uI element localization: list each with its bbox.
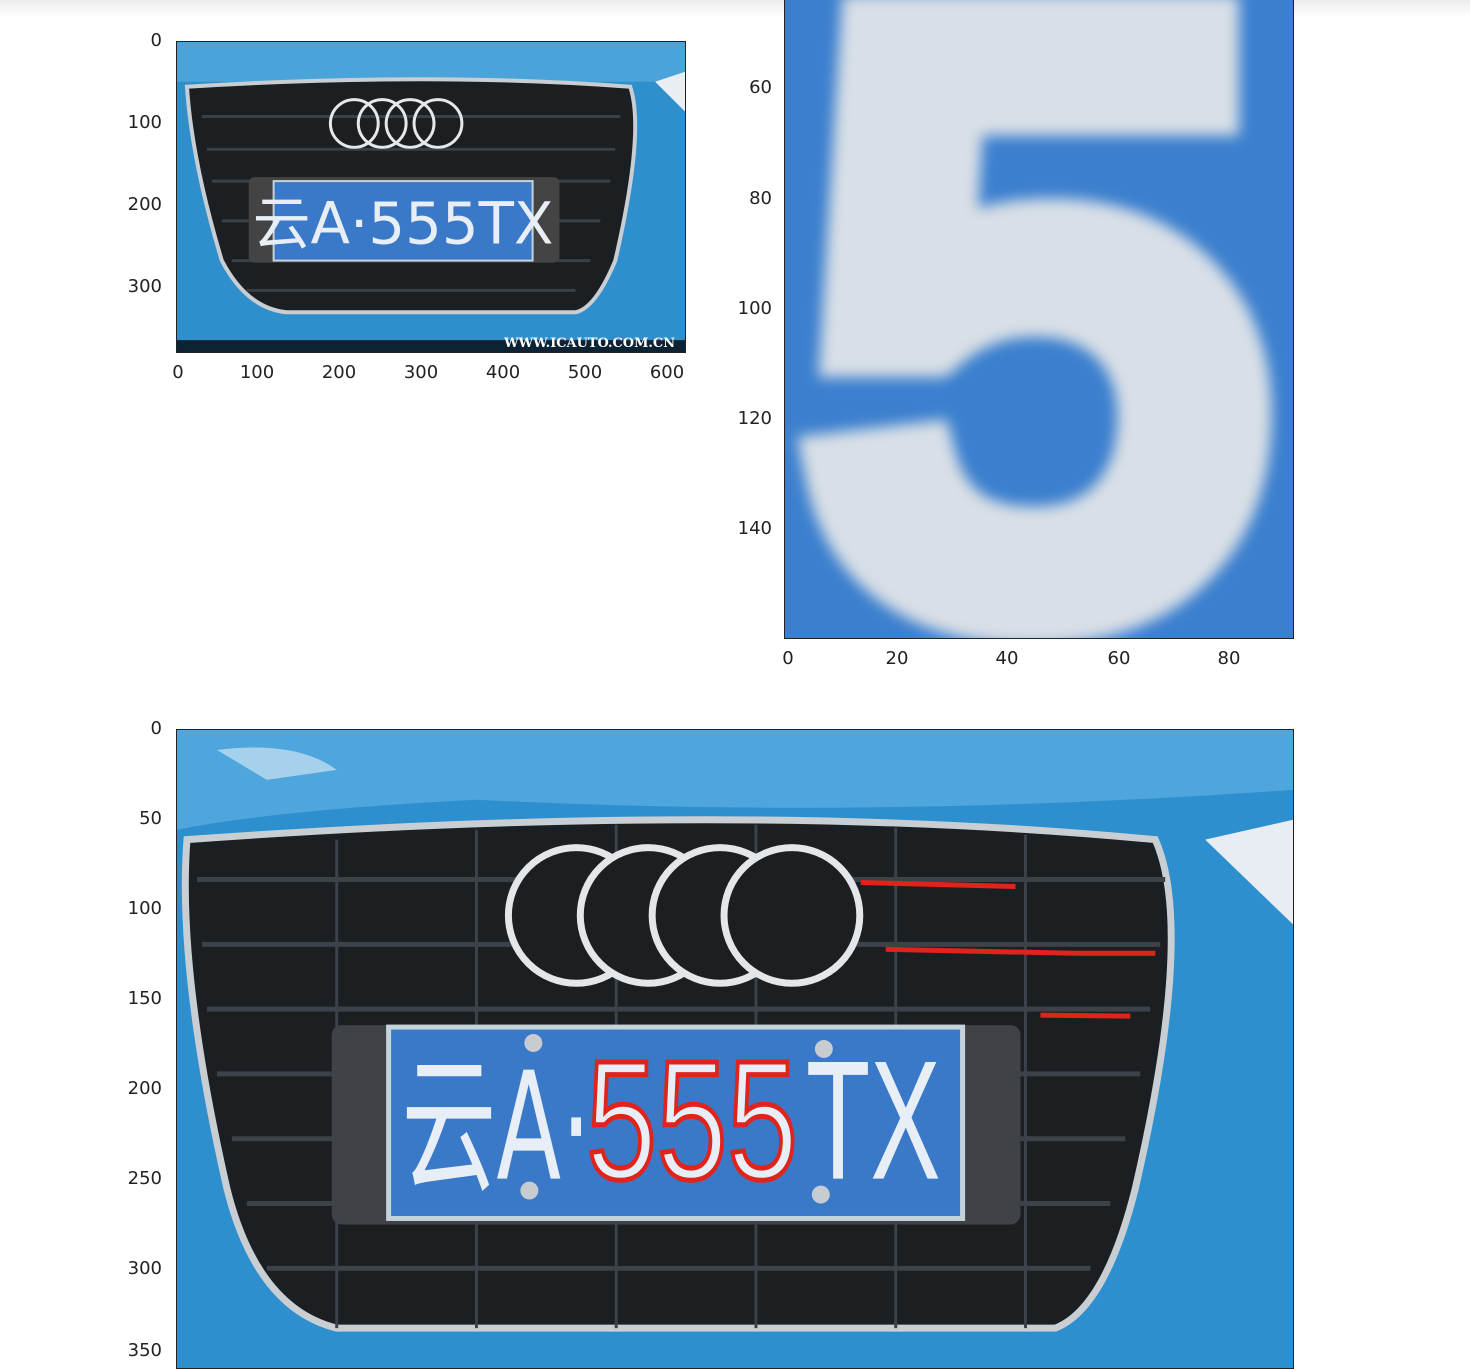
plate-text-small: 云A·555TX [253,190,554,258]
xtick: 100 [239,362,275,383]
plate-prefix: 云A· [402,1041,592,1215]
digit-photo: 5 [785,0,1293,638]
ytick: 120 [737,408,772,429]
ytick: 150 [127,988,162,1009]
xtick: 0 [172,362,184,383]
car-photo-large: 云A· 555 TX [177,730,1293,1368]
xtick: 20 [885,648,909,669]
xtick: 200 [321,362,357,383]
xtick: 600 [649,362,685,383]
ytick: 50 [139,808,162,829]
xtick: 0 [782,648,794,669]
plate-suffix: TX [806,1025,941,1215]
ytick: 80 [749,188,772,209]
ytick: 100 [127,898,162,919]
ytick: 100 [127,112,162,133]
watermark-text: WWW.ICAUTO.COM.CN [503,336,675,351]
xtick: 300 [403,362,439,383]
xtick: 500 [567,362,603,383]
ytick: 0 [150,718,162,739]
ytick: 300 [127,276,162,297]
ytick: 300 [127,1258,162,1279]
ytick: 100 [737,298,772,319]
plate-digits-contoured: 555 [586,1025,798,1215]
xtick: 80 [1217,648,1241,669]
xtick: 60 [1107,648,1131,669]
ytick: 140 [737,518,772,539]
ytick: 200 [127,194,162,215]
ytick: 60 [749,77,772,98]
ytick: 200 [127,1078,162,1099]
ytick: 0 [150,30,162,51]
xtick: 400 [485,362,521,383]
axes-digit-crop: 5 [784,0,1294,639]
ytick: 350 [127,1340,162,1361]
axes-contour-result: 云A· 555 TX [176,729,1294,1369]
car-photo-small: 云A·555TX WWW.ICAUTO.COM.CN [177,42,685,352]
xtick: 40 [995,648,1019,669]
ytick: 250 [127,1168,162,1189]
axes-original-image: 云A·555TX WWW.ICAUTO.COM.CN [176,41,686,353]
digit-glyph: 5 [812,0,1266,638]
